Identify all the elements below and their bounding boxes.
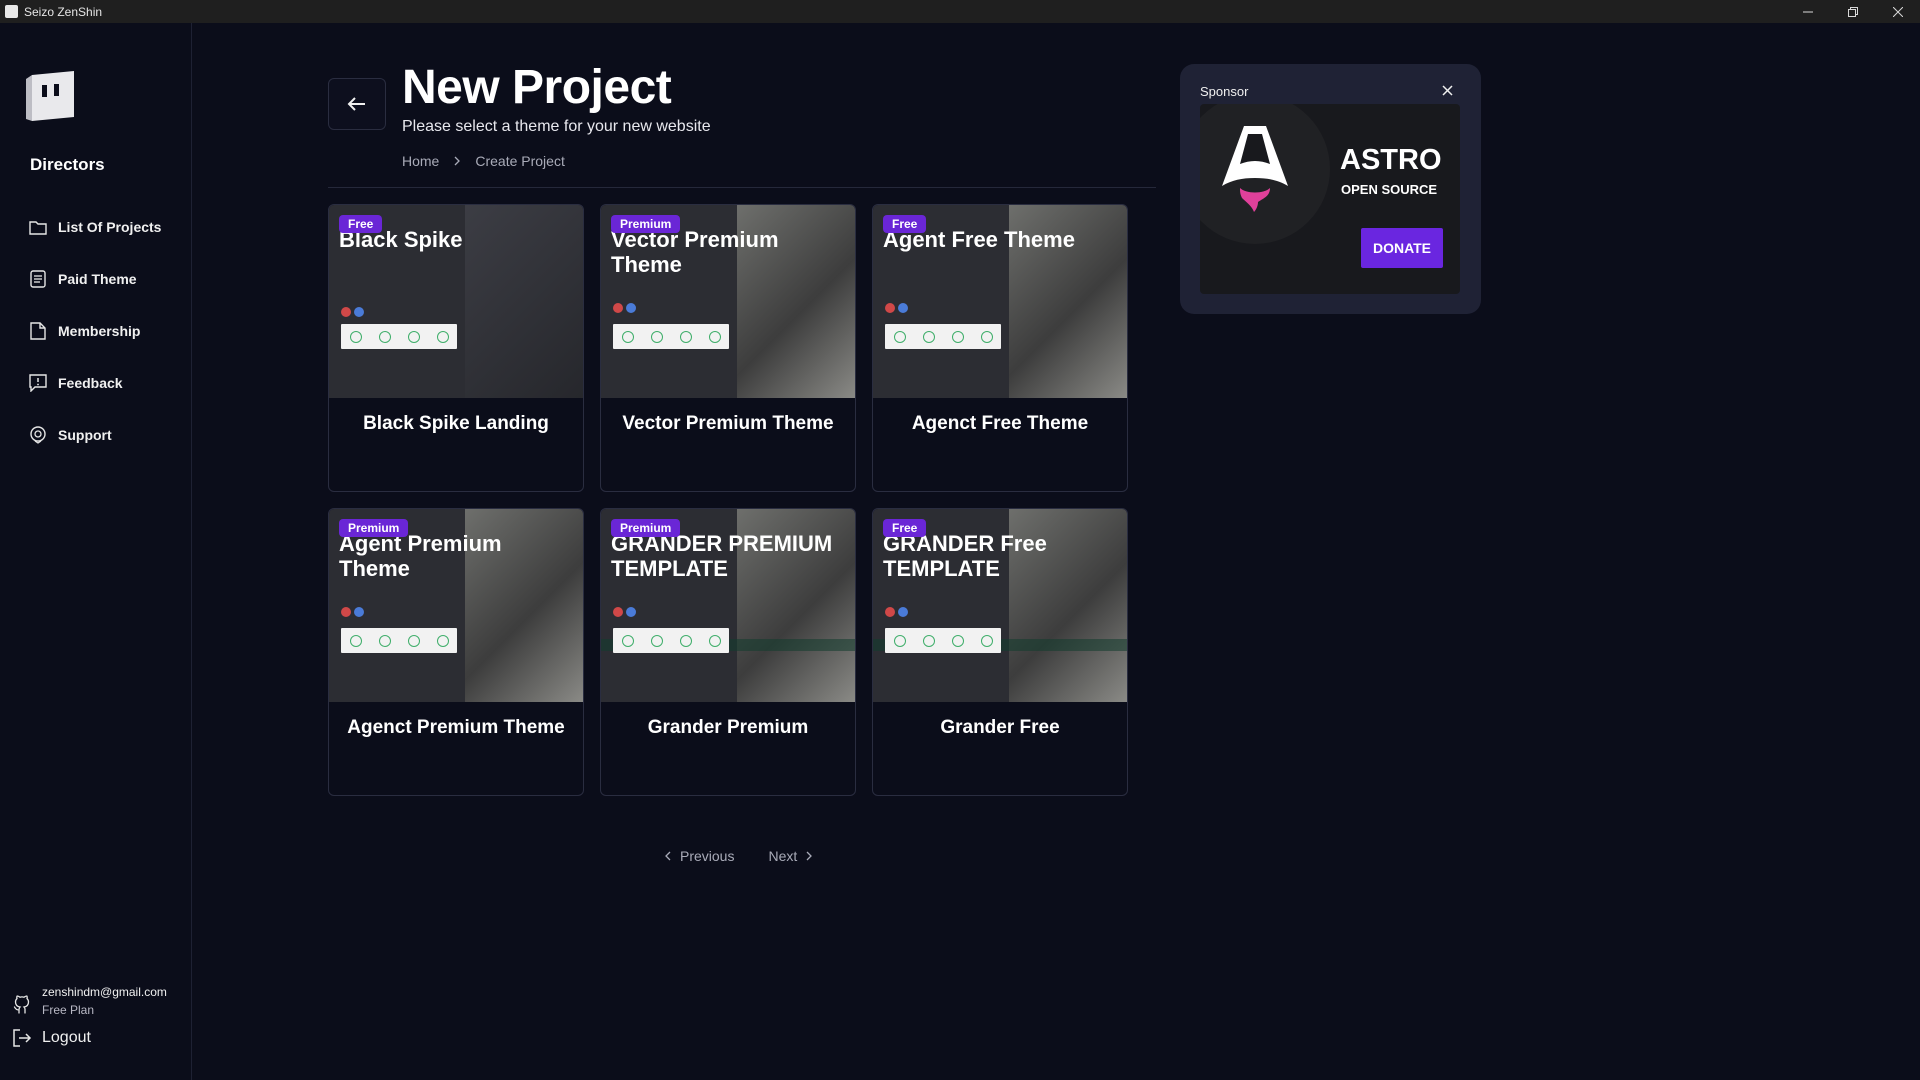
preview-title: GRANDER PREMIUM TEMPLATE [611, 531, 833, 581]
close-window-button[interactable] [1875, 0, 1920, 23]
logout-icon [12, 1028, 32, 1048]
theme-card-agent-free[interactable]: Free Agent Free Theme Agenct Free Theme [872, 204, 1128, 492]
theme-card-grander-premium[interactable]: Premium GRANDER PREMIUM TEMPLATE Grander… [600, 508, 856, 796]
sidebar: Directors List Of Projects Paid Theme Me… [0, 23, 192, 1080]
sidebar-nav: List Of Projects Paid Theme Membership F… [28, 201, 161, 461]
theme-card-agent-premium[interactable]: Premium Agent Premium Theme Agenct Premi… [328, 508, 584, 796]
breadcrumb-create-project: Create Project [475, 153, 565, 169]
breadcrumb-home[interactable]: Home [402, 153, 439, 169]
chevron-right-icon [806, 851, 813, 861]
theme-preview: Premium GRANDER PREMIUM TEMPLATE [601, 509, 855, 702]
theme-preview: Free Agent Free Theme [873, 205, 1127, 398]
plan-badge: Premium [339, 519, 409, 537]
sidebar-item-list-of-projects[interactable]: List Of Projects [28, 201, 161, 253]
theme-preview: Premium Vector Premium Theme [601, 205, 855, 398]
sponsor-tagline: OPEN SOURCE [1341, 182, 1438, 197]
plan-badge: Free [883, 215, 927, 233]
window-title: Seizo ZenShin [24, 4, 103, 19]
sponsor-brand: ASTRO [1340, 144, 1442, 176]
header-divider [328, 187, 1156, 188]
sponsor-ad[interactable]: ASTRO OPEN SOURCE DONATE [1200, 104, 1460, 294]
page-title: New Project [402, 61, 672, 114]
sidebar-item-support[interactable]: Support [28, 409, 161, 461]
minimize-icon [1802, 11, 1813, 12]
plan-badge: Premium [611, 519, 681, 537]
app-icon [5, 5, 18, 18]
sidebar-item-label: Paid Theme [58, 271, 137, 287]
app-logo [26, 71, 74, 121]
theme-preview: Premium Agent Premium Theme [329, 509, 583, 702]
previous-page-button[interactable]: Previous [664, 848, 734, 864]
chevron-right-icon [453, 156, 461, 166]
theme-name: Black Spike Landing [363, 413, 549, 434]
account-plan: Free Plan [42, 1003, 95, 1017]
astro-logo-icon [1222, 126, 1288, 212]
sidebar-item-feedback[interactable]: Feedback [28, 357, 161, 409]
sidebar-item-membership[interactable]: Membership [28, 305, 161, 357]
folder-icon [28, 217, 48, 237]
sidebar-item-label: Support [58, 427, 112, 443]
breadcrumb: Home Create Project [402, 153, 565, 169]
theme-card-black-spike[interactable]: Free Black Spike Black Spike Landing [328, 204, 584, 492]
sponsor-label: Sponsor [1200, 84, 1249, 99]
donate-button[interactable]: DONATE [1361, 228, 1443, 268]
theme-name: Vector Premium Theme [622, 413, 834, 434]
feedback-icon [28, 373, 48, 393]
arrow-left-icon [347, 97, 365, 111]
preview-title: GRANDER Free TEMPLATE [883, 531, 1047, 581]
plan-badge: Free [339, 215, 383, 233]
restore-icon [1847, 6, 1858, 17]
window-controls [1785, 0, 1920, 23]
account-info[interactable]: zenshindm@gmail.com Free Plan [12, 985, 167, 1017]
theme-name: Agenct Premium Theme [347, 717, 565, 738]
back-button[interactable] [328, 78, 386, 130]
sponsor-panel: Sponsor ASTRO OPEN SOURCE DONATE [1180, 64, 1481, 314]
sidebar-heading: Directors [30, 155, 105, 174]
preview-title: Agent Premium Theme [339, 531, 502, 581]
account-email: zenshindm@gmail.com [42, 985, 167, 999]
file-icon [28, 321, 48, 341]
github-icon [12, 995, 32, 1015]
chevron-left-icon [665, 851, 671, 861]
close-icon [1892, 6, 1903, 17]
next-label: Next [768, 848, 798, 864]
plan-badge: Premium [611, 215, 681, 233]
close-icon [1441, 84, 1453, 96]
next-page-button[interactable]: Next [768, 848, 813, 864]
theme-name: Grander Free [940, 717, 1060, 738]
sidebar-item-paid-theme[interactable]: Paid Theme [28, 253, 161, 305]
theme-preview: Free GRANDER Free TEMPLATE [873, 509, 1127, 702]
preview-title: Vector Premium Theme [611, 227, 779, 277]
plan-badge: Free [883, 519, 927, 537]
logout-label: Logout [42, 1029, 91, 1046]
sidebar-item-label: Membership [58, 323, 141, 339]
previous-label: Previous [680, 848, 735, 864]
theme-card-vector-premium[interactable]: Premium Vector Premium Theme Vector Prem… [600, 204, 856, 492]
minimize-button[interactable] [1785, 0, 1830, 23]
logout-button[interactable]: Logout [12, 1028, 91, 1048]
theme-name: Agenct Free Theme [911, 413, 1089, 434]
sidebar-item-label: Feedback [58, 375, 123, 391]
theme-name: Grander Premium [647, 717, 809, 738]
sidebar-item-label: List Of Projects [58, 219, 162, 235]
pagination: Previous Next [664, 848, 813, 864]
window-titlebar: Seizo ZenShin [0, 0, 1920, 23]
theme-card-grander-free[interactable]: Free GRANDER Free TEMPLATE Grander Free [872, 508, 1128, 796]
theme-preview: Free Black Spike [329, 205, 583, 398]
support-icon [28, 425, 48, 445]
close-sponsor-button[interactable] [1439, 82, 1455, 98]
page-subtitle: Please select a theme for your new websi… [402, 118, 711, 135]
theme-grid: Free Black Spike Black Spike Landing Pre… [328, 204, 1128, 796]
document-icon [28, 269, 48, 289]
restore-button[interactable] [1830, 0, 1875, 23]
